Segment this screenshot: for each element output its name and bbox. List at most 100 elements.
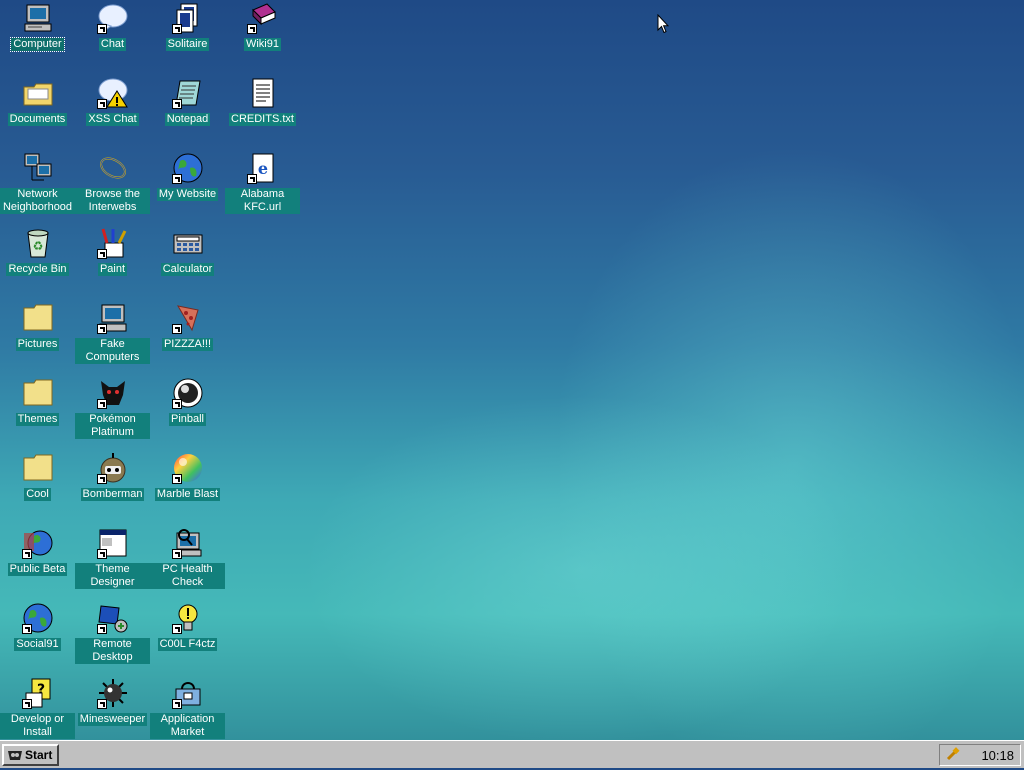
desktop-icon-solitaire[interactable]: Solitaire [150,0,225,52]
desktop-icon-calculator[interactable]: Calculator [150,225,225,277]
globe-icon [21,602,54,634]
desktop-icon-remote-desktop[interactable]: Remote Desktop [75,600,150,665]
develop-icon: ? [21,677,54,709]
desktop-icon-pokemon-platinum[interactable]: Pokémon Platinum [75,375,150,440]
desktop-icon-paint[interactable]: Paint [75,225,150,277]
computer-icon [22,2,54,34]
desktop-icon-label: My Website [156,188,219,201]
start-button-label: Start [25,748,53,762]
desktop-icon-documents[interactable]: Documents [0,75,75,127]
desktop-icon-application-market[interactable]: Application Market [150,675,225,740]
pokemon-icon [96,377,129,409]
desktop-icon-label: Application Market [150,713,225,739]
pinball-icon [171,377,204,409]
pizza-icon [171,302,204,334]
desktop-icon-cool[interactable]: Cool [0,450,75,502]
bomberman-icon [96,452,129,484]
shortcut-arrow-icon [171,474,182,484]
desktop-icon-label: Computer [10,37,65,52]
desktop-icon-label: C00L F4ctz [157,638,218,651]
desktop-icon-label: Theme Designer [75,563,150,589]
shortcut-arrow-icon [171,324,182,334]
desktop-icon-notepad[interactable]: Notepad [150,75,225,127]
desktop-icon-label: Pinball [168,413,207,426]
start-logo-icon [7,748,23,762]
start-button[interactable]: Start [2,744,59,766]
browser-icon [97,152,129,184]
folder-icon [22,77,54,109]
desktop-icon-label: Network Neighborhood [0,188,75,214]
tray-icon[interactable] [946,746,960,764]
desktop-icon-browse-interwebs[interactable]: Browse the Interwebs [75,150,150,215]
desktop-icon-wiki91[interactable]: Wiki91 [225,0,300,52]
desktop-icon-alabama-kfc[interactable]: e Alabama KFC.url [225,150,300,215]
desktop-icon-label: Browse the Interwebs [75,188,150,214]
computer-icon [96,302,129,334]
shortcut-arrow-icon [21,549,32,559]
folder-icon [22,452,54,484]
desktop-icon-social91[interactable]: Social91 [0,600,75,652]
desktop-icon-credits[interactable]: CREDITS.txt [225,75,300,127]
desktop-icon-pc-health-check[interactable]: PC Health Check [150,525,225,590]
desktop-icon-label: PC Health Check [150,563,225,589]
svg-text:♻: ♻ [32,239,43,253]
marble-icon [171,452,204,484]
recycle-bin-icon: ♻ [22,227,54,259]
desktop-icon-label: CREDITS.txt [229,113,296,126]
warning-chat-icon [96,77,129,109]
window-icon [96,527,129,559]
desktop-icon-label: Notepad [164,113,211,126]
network-icon [22,152,54,184]
desktop-icon-chat[interactable]: Chat [75,0,150,52]
desktop-icon-pinball[interactable]: Pinball [150,375,225,427]
mouse-cursor-icon [657,13,670,34]
lightbulb-icon [171,602,204,634]
desktop-icon-pizza[interactable]: PIZZZA!!! [150,300,225,352]
desktop-icon-develop-install[interactable]: ? Develop or Install [0,675,75,740]
shortcut-arrow-icon [96,699,107,709]
desktop-icon-label: Chat [98,38,127,51]
desktop-icon-recycle-bin[interactable]: ♻ Recycle Bin [0,225,75,277]
desktop-icon-cool-factz[interactable]: C00L F4ctz [150,600,225,652]
clock[interactable]: 10:18 [981,748,1014,763]
desktop-icon-marble-blast[interactable]: Marble Blast [150,450,225,502]
shortcut-arrow-icon [21,699,32,709]
desktop-icon-computer[interactable]: Computer [0,0,75,52]
desktop-icon-theme-designer[interactable]: Theme Designer [75,525,150,590]
folder-icon [22,377,54,409]
shortcut-arrow-icon [171,399,182,409]
book-icon [246,2,279,34]
desktop-icon-pictures[interactable]: Pictures [0,300,75,352]
notepad-icon [171,77,204,109]
paint-icon [96,227,129,259]
shortcut-arrow-icon [171,699,182,709]
desktop-icon-bomberman[interactable]: Bomberman [75,450,150,502]
desktop-icon-public-beta[interactable]: Public Beta [0,525,75,577]
desktop-icon-label: Social91 [14,638,61,651]
desktop-icon-my-website[interactable]: My Website [150,150,225,202]
shortcut-arrow-icon [96,24,107,34]
shortcut-arrow-icon [96,399,107,409]
shortcut-arrow-icon [171,549,182,559]
system-tray: 10:18 [939,744,1021,766]
shortcut-arrow-icon [171,99,182,109]
desktop-icon-label: Alabama KFC.url [225,188,300,214]
desktop-icon-xss-chat[interactable]: XSS Chat [75,75,150,127]
desktop-icon-minesweeper[interactable]: Minesweeper [75,675,150,727]
desktop-icon-label: PIZZZA!!! [161,338,214,351]
calculator-icon [172,227,204,259]
taskbar: Start 10:18 [0,740,1024,768]
desktop-icon-fake-computers[interactable]: Fake Computers [75,300,150,365]
solitaire-icon [171,2,204,34]
desktop-icon-label: Paint [97,263,128,276]
desktop-icon-network-neighborhood[interactable]: Network Neighborhood [0,150,75,215]
globe-icon [21,527,54,559]
desktop-icon-label: Public Beta [7,563,68,576]
shortcut-arrow-icon [171,624,182,634]
desktop-icon-label: Develop or Install [0,713,75,739]
shortcut-arrow-icon [96,474,107,484]
shortcut-arrow-icon [96,549,107,559]
globe-icon [171,152,204,184]
desktop-icon-themes[interactable]: Themes [0,375,75,427]
desktop-icon-label: Marble Blast [154,488,221,501]
